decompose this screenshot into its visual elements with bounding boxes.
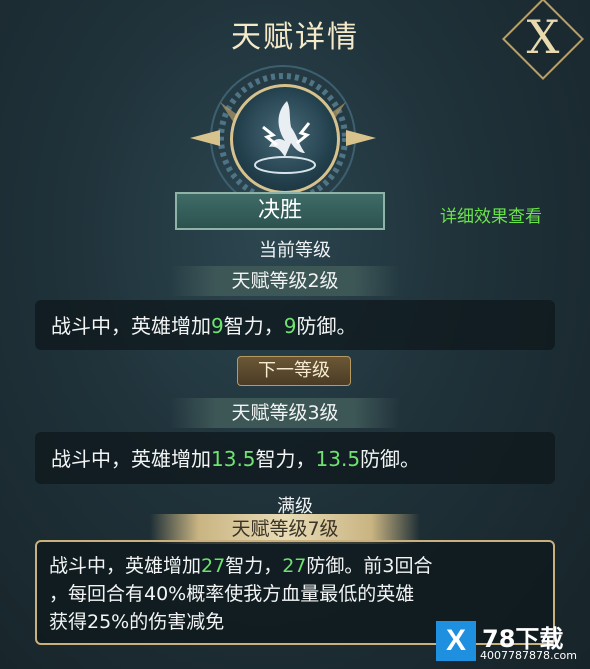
- desc-text: 战斗中，英雄增加: [49, 555, 202, 577]
- int-value: 27: [201, 555, 226, 577]
- skill-name-plate: 决胜: [175, 192, 385, 230]
- desc-text: 智力，: [223, 314, 284, 338]
- desc-text: 战斗中，英雄增加: [51, 447, 211, 471]
- int-value: 13.5: [211, 447, 256, 471]
- current-level-description: 战斗中，英雄增加9智力，9防御。: [35, 300, 555, 350]
- dialog-title: 天赋详情: [231, 20, 359, 55]
- site-watermark: X 78下载 4007787878.com: [436, 619, 586, 667]
- lightning-strike-icon: [254, 101, 316, 174]
- next-level-banner: 天赋等级3级: [170, 398, 400, 428]
- watermark-x-logo: X: [436, 621, 476, 661]
- current-level-heading: 当前等级: [259, 240, 331, 261]
- desc-text: 防御。: [296, 314, 357, 338]
- current-level-banner: 天赋等级2级: [170, 266, 400, 296]
- skill-icon: [230, 84, 340, 194]
- desc-text: 智力，: [255, 447, 316, 471]
- desc-text: 智力，: [225, 555, 283, 577]
- def-value: 9: [283, 314, 297, 338]
- int-value: 9: [211, 314, 224, 338]
- desc-text: 防御。前3回合: [306, 555, 433, 577]
- def-value: 13.5: [315, 447, 361, 471]
- next-level-tag: 下一等级: [237, 356, 351, 386]
- max-desc-line-1: 战斗中，英雄增加27智力，27防御。前3回合: [49, 552, 541, 580]
- close-button[interactable]: X: [514, 8, 572, 66]
- def-value: 27: [282, 555, 307, 577]
- next-level-description: 战斗中，英雄增加13.5智力，13.5防御。: [35, 432, 555, 484]
- max-desc-line-2: ，每回合有40%概率使我方血量最低的英雄: [49, 583, 415, 605]
- watermark-url: 4007787878.com: [480, 649, 577, 662]
- desc-text: 战斗中，英雄增加: [51, 314, 211, 338]
- detail-effects-link[interactable]: 详细效果查看: [440, 202, 542, 227]
- desc-text: 防御。: [360, 447, 421, 471]
